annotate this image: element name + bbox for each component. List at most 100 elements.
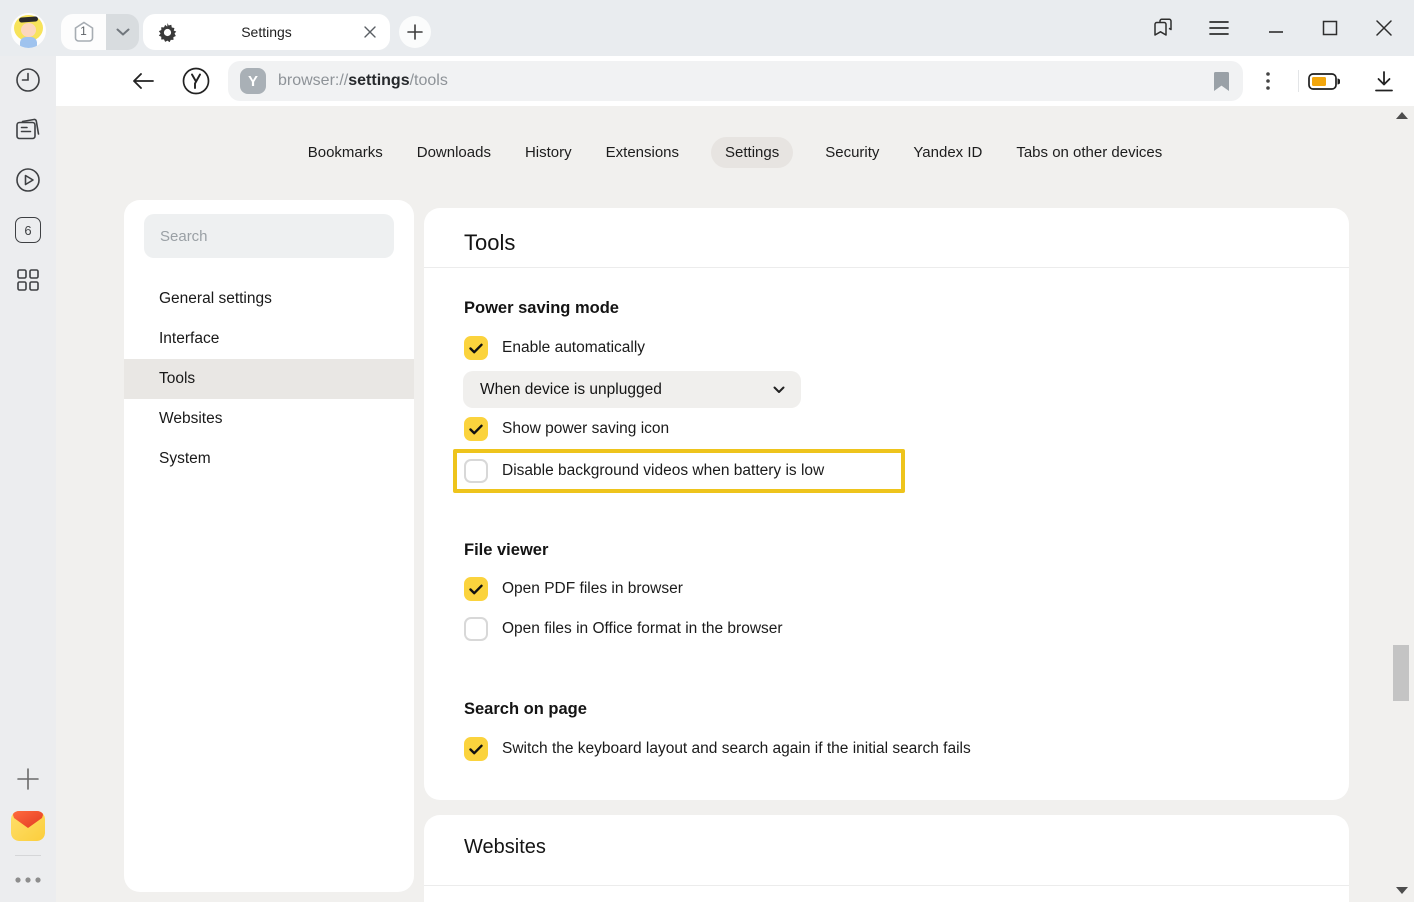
tab-group-count: 1 — [72, 24, 96, 38]
checkbox-show-power-icon[interactable] — [464, 417, 488, 441]
minimize-icon — [1268, 20, 1284, 36]
history-icon — [15, 67, 41, 93]
url-suffix: /tools — [410, 72, 448, 89]
card-divider — [424, 267, 1349, 268]
tab-close-icon[interactable] — [356, 18, 384, 46]
battery-indicator[interactable] — [1302, 56, 1346, 106]
rail-add-button[interactable] — [0, 761, 56, 797]
gear-icon — [158, 23, 177, 42]
row-switch-layout[interactable]: Switch the keyboard layout and search ag… — [464, 729, 1349, 769]
check-icon — [469, 424, 483, 435]
checkbox-enable-automatically[interactable] — [464, 336, 488, 360]
settings-nav: Bookmarks Downloads History Extensions S… — [56, 134, 1414, 170]
rail-divider — [15, 855, 41, 856]
nav-history[interactable]: History — [523, 137, 574, 168]
profile-avatar[interactable] — [11, 13, 46, 48]
power-saving-trigger-select[interactable]: When device is unplugged — [463, 371, 801, 408]
websites-title: Websites — [464, 833, 1349, 861]
history-button[interactable] — [0, 62, 56, 98]
bookmark-button[interactable] — [1214, 72, 1229, 91]
select-value: When device is unplugged — [480, 381, 773, 399]
search-input[interactable] — [144, 214, 394, 258]
video-button[interactable] — [0, 162, 56, 198]
battery-icon — [1308, 73, 1340, 90]
window-close-button[interactable] — [1364, 0, 1404, 56]
sidebar-item-system[interactable]: System — [124, 439, 414, 479]
checkbox-label: Open PDF files in browser — [502, 580, 683, 598]
scrollbar-up-arrow[interactable] — [1396, 112, 1408, 119]
url-highlight: settings — [348, 72, 409, 89]
nav-settings[interactable]: Settings — [711, 137, 793, 168]
section-file-viewer: File viewer — [464, 538, 1349, 562]
side-panel-icon — [1152, 17, 1174, 39]
browser-window: 1 Settings — [0, 0, 1414, 902]
feed-button[interactable] — [0, 112, 56, 148]
toolbar: Y browser://settings/tools — [56, 56, 1414, 106]
back-button[interactable] — [121, 56, 165, 106]
more-icon — [15, 877, 41, 883]
menu-icon — [1209, 21, 1229, 35]
row-open-office[interactable]: Open files in Office format in the brows… — [464, 609, 1349, 649]
card-divider — [424, 885, 1349, 886]
address-bar[interactable]: Y browser://settings/tools — [228, 61, 1243, 101]
tab-counter-button[interactable]: 6 — [0, 212, 56, 248]
sidebar-item-general[interactable]: General settings — [124, 279, 414, 319]
extensions-kebab-button[interactable] — [1246, 56, 1290, 106]
apps-grid-button[interactable] — [0, 262, 56, 298]
row-open-pdf[interactable]: Open PDF files in browser — [464, 569, 1349, 609]
checkbox-switch-layout[interactable] — [464, 737, 488, 761]
toolbar-separator — [1298, 70, 1299, 92]
avatar-dress — [20, 37, 37, 48]
new-tab-button[interactable] — [399, 16, 431, 48]
checkbox-label: Open files in Office format in the brows… — [502, 620, 783, 638]
sidebar-item-tools[interactable]: Tools — [124, 359, 414, 399]
checkbox-label: Switch the keyboard layout and search ag… — [502, 740, 971, 758]
tab-strip: 1 Settings — [0, 0, 1414, 56]
nav-bookmarks[interactable]: Bookmarks — [306, 137, 385, 168]
tab-title: Settings — [177, 24, 356, 40]
avatar-face — [21, 23, 36, 37]
nav-yandex-id[interactable]: Yandex ID — [911, 137, 984, 168]
checkbox-label: Disable background videos when battery i… — [502, 462, 824, 480]
rail-more-button[interactable] — [0, 862, 56, 898]
yandex-icon — [182, 67, 210, 95]
chevron-down-icon — [773, 386, 785, 394]
sidebar-item-interface[interactable]: Interface — [124, 319, 414, 359]
side-panel-button[interactable] — [1143, 0, 1183, 56]
kebab-icon — [1266, 72, 1270, 90]
checkbox-open-office[interactable] — [464, 617, 488, 641]
tab-group-count-badge[interactable]: 1 — [61, 14, 106, 50]
checkbox-disable-bg-videos[interactable] — [464, 459, 488, 483]
scrollbar-down-arrow[interactable] — [1396, 887, 1408, 894]
sidebar-item-websites[interactable]: Websites — [124, 399, 414, 439]
tools-card: Tools Power saving mode Enable automatic… — [424, 208, 1349, 800]
row-enable-automatically[interactable]: Enable automatically — [464, 328, 1349, 368]
nav-downloads[interactable]: Downloads — [415, 137, 493, 168]
tab-counter-badge: 6 — [15, 217, 41, 243]
tab-group-control[interactable]: 1 — [61, 14, 139, 50]
checkbox-label: Show power saving icon — [502, 420, 669, 438]
row-show-power-icon[interactable]: Show power saving icon — [464, 409, 1349, 449]
left-rail: 6 — [0, 56, 56, 902]
back-icon — [132, 73, 154, 89]
tab-count-pentagon-icon: 1 — [72, 20, 96, 44]
tab-settings[interactable]: Settings — [143, 14, 390, 50]
nav-extensions[interactable]: Extensions — [604, 137, 681, 168]
checkbox-open-pdf[interactable] — [464, 577, 488, 601]
check-icon — [469, 584, 483, 595]
tab-group-dropdown[interactable] — [106, 14, 139, 50]
mail-button[interactable] — [0, 808, 56, 844]
nav-other-devices[interactable]: Tabs on other devices — [1014, 137, 1164, 168]
nav-security[interactable]: Security — [823, 137, 881, 168]
window-close-icon — [1376, 20, 1392, 36]
downloads-button[interactable] — [1362, 56, 1406, 106]
yandex-home-button[interactable] — [174, 56, 218, 106]
download-icon — [1374, 71, 1394, 92]
minimize-button[interactable] — [1256, 0, 1296, 56]
maximize-button[interactable] — [1310, 0, 1350, 56]
mail-icon — [11, 811, 45, 841]
row-disable-bg-videos[interactable]: Disable background videos when battery i… — [464, 453, 824, 489]
menu-button[interactable] — [1199, 0, 1239, 56]
video-icon — [15, 167, 41, 193]
scrollbar-thumb[interactable] — [1393, 645, 1409, 701]
